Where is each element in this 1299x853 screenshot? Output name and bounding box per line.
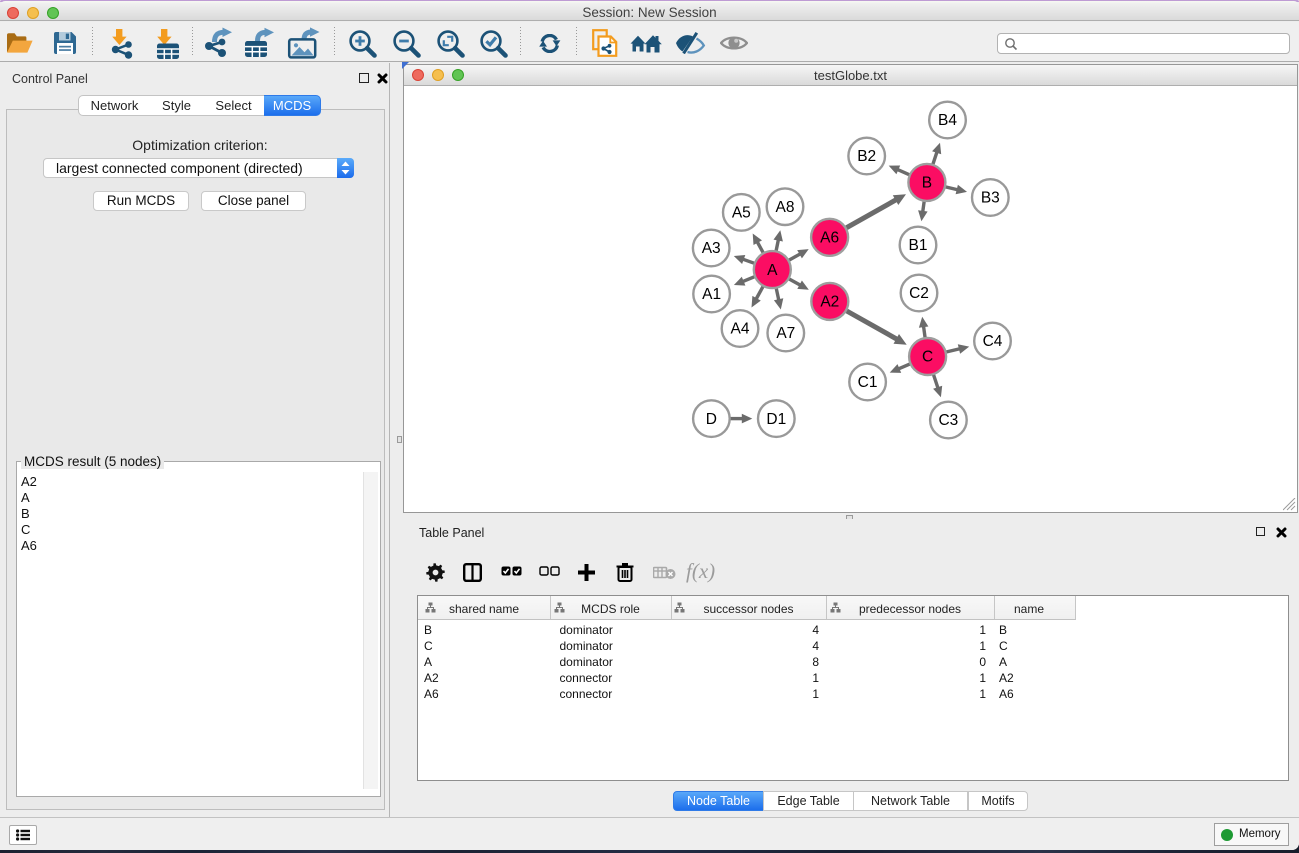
svg-text:A3: A3 (702, 240, 721, 257)
svg-text:B: B (922, 175, 932, 192)
svg-text:D1: D1 (766, 411, 786, 428)
svg-text:A2: A2 (820, 294, 839, 311)
svg-text:A6: A6 (820, 230, 839, 247)
svg-text:A8: A8 (776, 199, 795, 216)
svg-text:A4: A4 (731, 321, 750, 338)
svg-text:B2: B2 (857, 148, 876, 165)
svg-text:C4: C4 (983, 333, 1003, 350)
svg-text:D: D (706, 411, 717, 428)
svg-text:B3: B3 (981, 190, 1000, 207)
svg-text:C1: C1 (858, 374, 878, 391)
svg-text:A: A (767, 262, 778, 279)
svg-text:B1: B1 (909, 237, 928, 254)
svg-text:A5: A5 (732, 205, 751, 222)
svg-text:C: C (922, 349, 933, 366)
svg-text:C2: C2 (909, 285, 929, 302)
svg-text:A1: A1 (702, 286, 721, 303)
svg-text:C3: C3 (938, 412, 958, 429)
svg-text:B4: B4 (938, 112, 957, 129)
svg-text:A7: A7 (776, 325, 795, 342)
